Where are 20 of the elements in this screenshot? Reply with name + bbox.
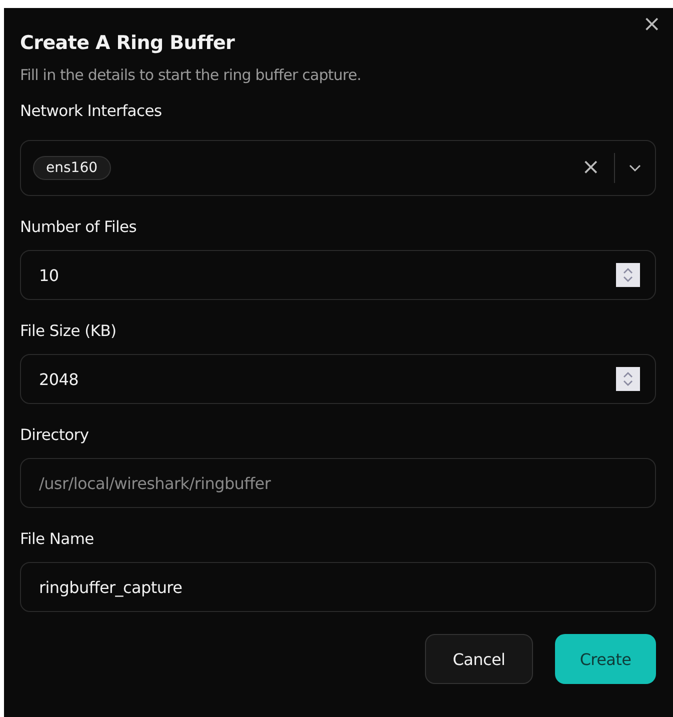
number-field[interactable]: 10 [20,250,656,300]
dialog-description: Fill in the details to start the ring buffer capture. [20,66,362,84]
cancel-button[interactable]: Cancel [425,634,533,684]
field-label: File Name [20,530,95,548]
clear-icon[interactable]: × [582,157,600,179]
field-label: File Size (KB) [20,322,118,340]
chevron-down-icon[interactable] [629,164,641,172]
field-label: Directory [20,426,90,444]
interface-tag[interactable]: ens160 [33,156,111,180]
create-button[interactable]: Create [555,634,656,684]
text-field[interactable]: ringbuffer_capture [20,562,656,612]
spinner-icon[interactable] [616,263,640,287]
spinner-icon[interactable] [616,367,640,391]
text-field[interactable]: /usr/local/wireshark/ringbuffer [20,458,656,508]
number-field[interactable]: 2048 [20,354,656,404]
interface-select[interactable]: ens160 × [20,140,656,196]
close-button[interactable]: × [638,14,665,36]
field-label: Number of Files [20,218,138,236]
dialog-title: Create A Ring Buffer [20,32,236,54]
field-label: Network Interfaces [20,102,163,120]
